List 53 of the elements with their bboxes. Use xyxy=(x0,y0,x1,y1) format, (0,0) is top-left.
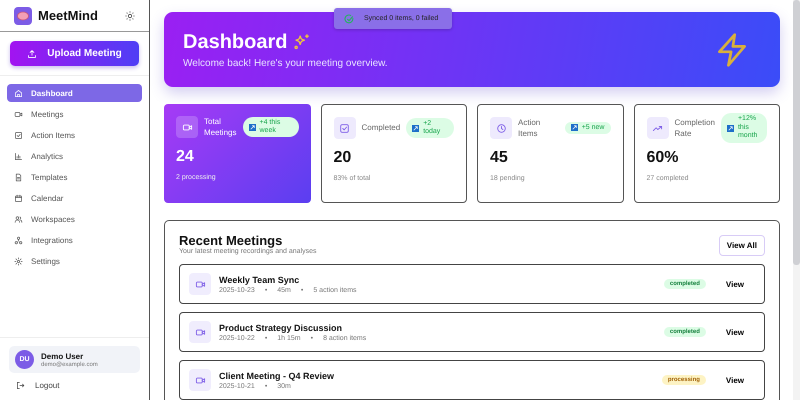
app-name: MeetMind xyxy=(38,8,99,23)
stat-label: Completion Rate xyxy=(674,116,715,140)
nav-item[interactable]: Analytics xyxy=(7,147,142,165)
users-icon xyxy=(14,214,23,224)
chart-icon xyxy=(14,152,23,160)
upload-icon xyxy=(27,48,38,58)
view-all-button[interactable]: View All xyxy=(718,235,765,256)
sparkles-icon xyxy=(293,33,312,51)
check-icon xyxy=(339,122,350,134)
nav-item[interactable]: Workspaces xyxy=(7,210,142,228)
nav-item[interactable]: Templates xyxy=(7,168,142,186)
view-button[interactable]: View xyxy=(722,276,748,292)
logout-icon xyxy=(16,381,25,390)
stat-value: 45 xyxy=(490,149,509,167)
stat-value: 20 xyxy=(334,149,352,167)
check-circle-icon xyxy=(344,14,354,24)
user-name: Demo User xyxy=(41,352,84,360)
page-title: Dashboard xyxy=(183,30,288,54)
brain-logo-icon xyxy=(14,6,32,24)
logout-button[interactable]: Logout xyxy=(9,379,66,392)
nav-item[interactable]: Calendar xyxy=(7,189,142,207)
video-icon xyxy=(194,374,206,386)
view-button[interactable]: View xyxy=(722,324,748,340)
upload-meeting-button[interactable]: Upload Meeting xyxy=(10,41,139,66)
gear-icon xyxy=(14,256,23,266)
stat-label: Action Items xyxy=(518,116,542,140)
stat-label: Total Meetings xyxy=(204,116,236,138)
welcome-message: Welcome back! Here's your meeting overview. xyxy=(183,58,388,68)
meeting-title: Product Strategy Discussion xyxy=(219,322,344,332)
stat-value: 24 xyxy=(176,148,195,166)
stat-value: 60% xyxy=(646,149,680,167)
cal-icon xyxy=(14,194,23,202)
stat-label: Completed xyxy=(362,122,400,134)
home-icon xyxy=(14,88,23,98)
meeting-title: Weekly Team Sync xyxy=(219,274,300,284)
view-button[interactable]: View xyxy=(722,372,748,388)
nav-item[interactable]: Dashboard xyxy=(7,84,142,102)
check-icon xyxy=(14,130,23,140)
meeting-title: Client Meeting - Q4 Review xyxy=(219,370,336,380)
nav-item[interactable]: Action Items xyxy=(7,126,142,144)
nav-item[interactable]: Meetings xyxy=(7,105,142,123)
video-icon xyxy=(14,110,23,118)
plug-icon xyxy=(14,236,23,244)
sun-icon[interactable] xyxy=(125,10,135,20)
doc-icon xyxy=(14,172,23,182)
clock-icon xyxy=(496,122,506,134)
nav-item[interactable]: Integrations xyxy=(7,231,142,249)
video-icon xyxy=(194,278,206,290)
nav-item[interactable]: Settings xyxy=(7,252,142,270)
scrollbar[interactable] xyxy=(793,0,800,400)
video-icon xyxy=(182,122,192,132)
video-icon xyxy=(194,326,206,338)
section-title: Recent Meetings xyxy=(179,233,282,248)
